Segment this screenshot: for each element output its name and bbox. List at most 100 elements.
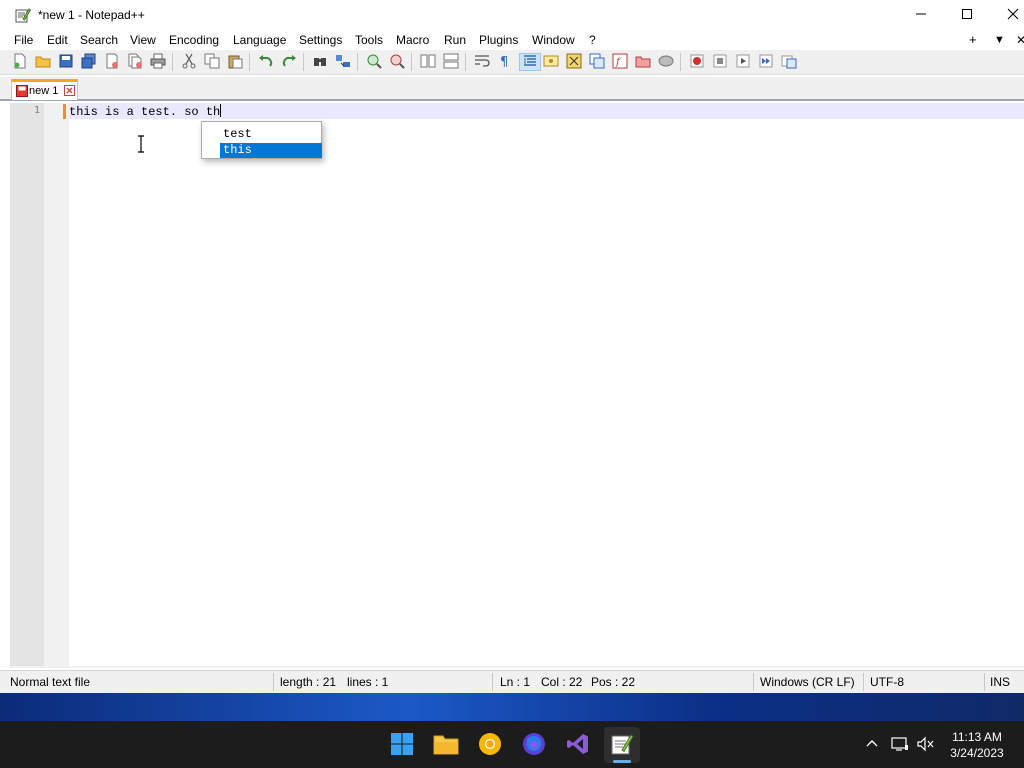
record-macro-button[interactable]	[688, 53, 706, 71]
pilcrow-icon: ¶	[497, 53, 513, 72]
status-eol[interactable]: Windows (CR LF)	[760, 671, 855, 693]
folder-workspace-button[interactable]	[634, 53, 652, 71]
taskbar-firefox[interactable]	[516, 727, 552, 763]
status-file-type: Normal text file	[10, 675, 91, 689]
new-tab-plus-button[interactable]: +	[969, 32, 977, 47]
word-wrap-button[interactable]	[473, 53, 491, 71]
new-file-button[interactable]	[11, 53, 29, 71]
document-map-icon	[566, 53, 582, 72]
autocomplete-item-selected[interactable]: this	[220, 143, 322, 158]
text-caret	[220, 104, 222, 117]
menu-search[interactable]: Search	[80, 33, 118, 47]
status-encoding[interactable]: UTF-8	[870, 671, 904, 693]
menu-macro[interactable]: Macro	[396, 33, 429, 47]
toolbar-separator	[172, 53, 173, 71]
menu-help[interactable]: ?	[589, 33, 596, 47]
sync-horizontal-scroll-button[interactable]	[442, 53, 460, 71]
close-all-button[interactable]	[126, 53, 144, 71]
redo-button[interactable]	[280, 53, 298, 71]
title-bar[interactable]: *new 1 - Notepad++	[0, 0, 1024, 30]
toolbar-separator	[249, 53, 250, 71]
menu-encoding[interactable]: Encoding	[169, 33, 219, 47]
taskbar-chrome-canary[interactable]	[472, 727, 508, 763]
system-clock[interactable]: 11:13 AM 3/24/2023	[944, 729, 1010, 761]
show-hidden-icons-button[interactable]	[862, 735, 882, 755]
menu-language[interactable]: Language	[233, 33, 286, 47]
status-divider	[273, 673, 274, 691]
zoom-in-button[interactable]	[365, 53, 383, 71]
menu-plugins[interactable]: Plugins	[479, 33, 518, 47]
line-number: 1	[33, 105, 40, 116]
ibeam-cursor-icon	[136, 135, 146, 153]
copy-button[interactable]	[203, 53, 221, 71]
close-file-button[interactable]	[103, 53, 121, 71]
taskbar-file-explorer[interactable]	[428, 727, 464, 763]
tab-new-1[interactable]: new 1	[11, 79, 78, 100]
tab-list-dropdown-button[interactable]: ▼	[994, 34, 1005, 46]
monitoring-button[interactable]	[657, 53, 675, 71]
taskbar-notepad-plus-plus[interactable]	[604, 727, 640, 763]
sync-vertical-icon	[420, 53, 436, 72]
code-line[interactable]: this is a test. so th	[69, 104, 222, 120]
close-window-button[interactable]	[990, 0, 1024, 30]
start-button[interactable]	[384, 727, 420, 763]
replace-button[interactable]	[334, 53, 352, 71]
sync-vertical-scroll-button[interactable]	[419, 53, 437, 71]
open-file-button[interactable]	[34, 53, 52, 71]
maximize-button[interactable]	[944, 0, 990, 30]
tab-close-icon[interactable]	[64, 85, 75, 99]
network-button[interactable]	[890, 735, 910, 755]
close-document-button[interactable]: ✕	[1016, 33, 1024, 47]
run-macro-multiple-button[interactable]	[757, 53, 775, 71]
fold-margin[interactable]	[44, 103, 69, 666]
user-defined-language-button[interactable]	[542, 53, 560, 71]
document-map-button[interactable]	[565, 53, 583, 71]
windows-taskbar: 11:13 AM 3/24/2023	[0, 721, 1024, 768]
zoom-out-icon	[389, 53, 405, 72]
menu-edit[interactable]: Edit	[47, 33, 68, 47]
sync-horizontal-icon	[443, 53, 459, 72]
paste-icon	[227, 53, 243, 72]
stop-recording-button[interactable]	[711, 53, 729, 71]
function-list-button[interactable]	[588, 53, 606, 71]
clock-date: 3/24/2023	[950, 746, 1004, 760]
fast-forward-icon	[758, 53, 774, 72]
menu-view[interactable]: View	[130, 33, 156, 47]
menu-bar: File Edit Search View Encoding Language …	[0, 30, 1024, 50]
word-wrap-icon	[474, 53, 490, 72]
status-line[interactable]: Ln : 1	[500, 671, 530, 693]
print-button[interactable]	[149, 53, 167, 71]
menu-file[interactable]: File	[14, 33, 33, 47]
menu-run[interactable]: Run	[444, 33, 466, 47]
scissors-icon	[181, 53, 197, 72]
status-column[interactable]: Col : 22	[541, 671, 582, 693]
zoom-out-button[interactable]	[388, 53, 406, 71]
windows-logo-icon	[390, 732, 414, 759]
save-macro-button[interactable]	[780, 53, 798, 71]
folder-as-workspace-button[interactable]: f	[611, 53, 629, 71]
save-button[interactable]	[57, 53, 75, 71]
save-all-button[interactable]	[80, 53, 98, 71]
undo-button[interactable]	[257, 53, 275, 71]
indent-guide-button[interactable]	[519, 53, 541, 71]
folder-icon	[635, 53, 651, 72]
playback-macro-button[interactable]	[734, 53, 752, 71]
menu-tools[interactable]: Tools	[355, 33, 383, 47]
zoom-in-icon	[366, 53, 382, 72]
menu-window[interactable]: Window	[532, 33, 575, 47]
paste-button[interactable]	[226, 53, 244, 71]
taskbar-visual-studio[interactable]	[560, 727, 596, 763]
text-editor[interactable]: 1 this is a test. so th	[10, 103, 1024, 666]
chrome-canary-icon	[478, 732, 502, 759]
status-position[interactable]: Pos : 22	[591, 671, 635, 693]
show-all-characters-button[interactable]: ¶	[496, 53, 514, 71]
cut-button[interactable]	[180, 53, 198, 71]
editor-bottom-border	[10, 666, 1024, 668]
document-tab-bar: new 1	[0, 77, 1024, 101]
autocomplete-item[interactable]: test	[220, 127, 322, 142]
minimize-button[interactable]	[898, 0, 944, 30]
status-insert-mode[interactable]: INS	[990, 671, 1010, 693]
volume-button[interactable]	[916, 735, 936, 755]
menu-settings[interactable]: Settings	[299, 33, 342, 47]
find-button[interactable]	[311, 53, 329, 71]
